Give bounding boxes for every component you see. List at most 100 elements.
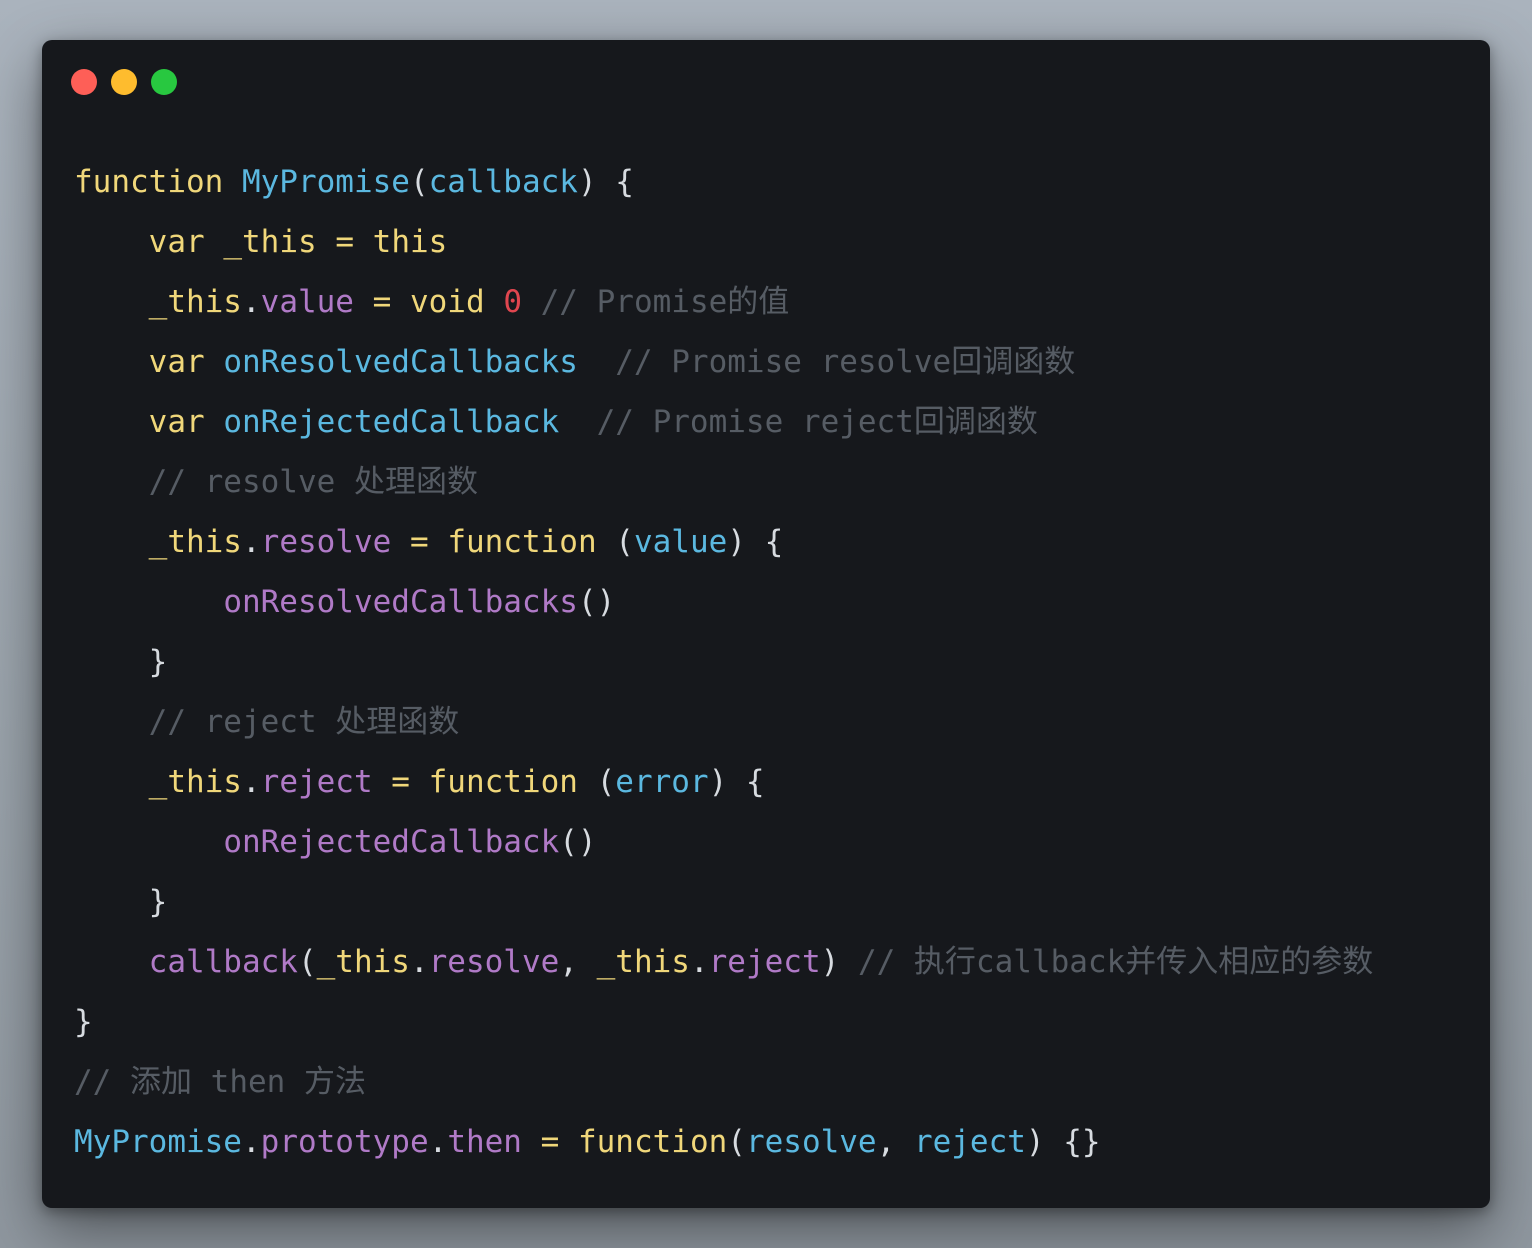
code-token-function: onRejectedCallback <box>223 404 560 440</box>
code-token-keyword: this <box>372 224 448 260</box>
maximize-button[interactable] <box>151 69 177 95</box>
code-token-punct: . <box>241 524 261 560</box>
code-line: callback(_this.resolve, _this.reject) //… <box>74 932 1374 992</box>
code-token-keyword: function <box>74 164 224 200</box>
code-line: var onResolvedCallbacks // Promise resol… <box>74 332 1373 392</box>
code-token-punct: ) { <box>577 164 634 200</box>
code-token-property: prototype <box>260 1124 429 1160</box>
code-line: } <box>74 992 1373 1052</box>
code-token-comment: // reject 处理函数 <box>148 704 460 740</box>
code-token-punct: . <box>689 944 709 980</box>
code-line: function MyPromise(callback) { <box>74 152 1373 212</box>
code-token-comment: // Promise resolve回调函数 <box>577 344 1076 380</box>
code-token-property: then <box>447 1124 522 1160</box>
code-token-punct: () <box>559 824 597 860</box>
code-token-punct: ( <box>727 1124 746 1160</box>
code-token-punct: . <box>428 1124 448 1160</box>
code-token-property: callback <box>148 944 298 980</box>
code-token-keyword: var <box>148 224 205 260</box>
code-token-keyword: = <box>372 764 429 800</box>
code-line: onRejectedCallback() <box>74 812 1373 872</box>
code-token-keyword: function <box>447 524 597 560</box>
code-token-keyword: = <box>521 1124 578 1160</box>
code-token-keyword: _this <box>596 944 690 980</box>
code-token-punct: ( <box>409 164 429 200</box>
code-token-property: reject <box>260 764 373 800</box>
code-token-comment: // Promise的值 <box>521 284 790 320</box>
code-token-keyword: _this <box>316 944 410 980</box>
code-token-comment: // Promise reject回调函数 <box>559 404 1038 440</box>
code-token-punct: } <box>148 884 168 920</box>
code-line: // 添加 then 方法 <box>74 1052 1373 1112</box>
code-token-punct: . <box>241 1124 261 1160</box>
code-line: var onRejectedCallback // Promise reject… <box>74 392 1373 452</box>
code-token-property: resolve <box>260 524 392 560</box>
code-token-punct: () <box>577 584 616 620</box>
code-line: } <box>74 632 1373 692</box>
code-window: function MyPromise(callback) { var _this… <box>42 40 1490 1208</box>
code-token-property: reject <box>708 944 821 980</box>
code-token-punct: ) {} <box>1025 1124 1101 1160</box>
code-token-function: onResolvedCallbacks <box>223 344 578 380</box>
code-token-property: onRejectedCallback <box>223 824 560 860</box>
code-token-keyword: function <box>428 764 578 800</box>
code-token-param: resolve <box>745 1124 877 1160</box>
code-line: _this.value = void 0 // Promise的值 <box>74 272 1373 332</box>
code-token-number: 0 <box>503 284 522 320</box>
code-token-function: MyPromise <box>74 1124 242 1160</box>
code-token-keyword: void <box>409 284 485 320</box>
code-line: // reject 处理函数 <box>74 692 1373 752</box>
code-line: _this.resolve = function (value) { <box>74 512 1373 572</box>
code-token-punct: . <box>241 764 261 800</box>
code-line: var _this = this <box>74 212 1373 272</box>
code-line: _this.reject = function (error) { <box>74 752 1373 812</box>
code-token-keyword: _this <box>148 524 242 560</box>
code-token-keyword: = <box>391 524 448 560</box>
code-token-keyword: _this <box>148 764 242 800</box>
code-token-param: value <box>633 524 728 560</box>
close-button[interactable] <box>71 69 97 95</box>
code-token-punct: ) { <box>727 524 784 560</box>
code-token-property: value <box>260 284 354 320</box>
code-token-param: error <box>615 764 709 800</box>
code-token-punct: } <box>148 644 168 680</box>
code-token-property: onResolvedCallbacks <box>223 584 578 620</box>
code-token-param: callback <box>428 164 578 200</box>
code-line: // resolve 处理函数 <box>74 452 1373 512</box>
code-token-property: resolve <box>428 944 560 980</box>
window-controls <box>71 69 177 95</box>
code-token-keyword: var <box>148 404 205 440</box>
code-token-punct: ) <box>820 944 840 980</box>
code-line: } <box>74 872 1373 932</box>
code-token-comment: // 执行callback并传入相应的参数 <box>839 944 1374 980</box>
code-line: MyPromise.prototype.then = function(reso… <box>74 1112 1373 1172</box>
code-token-punct: . <box>409 944 429 980</box>
code-token-keyword: _this <box>148 284 242 320</box>
minimize-button[interactable] <box>111 69 137 95</box>
code-token-keyword: var <box>148 344 205 380</box>
code-line: onResolvedCallbacks() <box>74 572 1373 632</box>
code-block: function MyPromise(callback) { var _this… <box>74 152 1373 1172</box>
code-token-punct: ( <box>596 524 634 560</box>
code-token-keyword: function <box>577 1124 728 1160</box>
code-token-punct: , <box>876 1124 914 1160</box>
code-token-punct: ( <box>297 944 317 980</box>
code-token-keyword: _this <box>223 224 317 260</box>
code-token-comment: // resolve 处理函数 <box>148 464 478 500</box>
code-token-punct: . <box>241 284 261 320</box>
